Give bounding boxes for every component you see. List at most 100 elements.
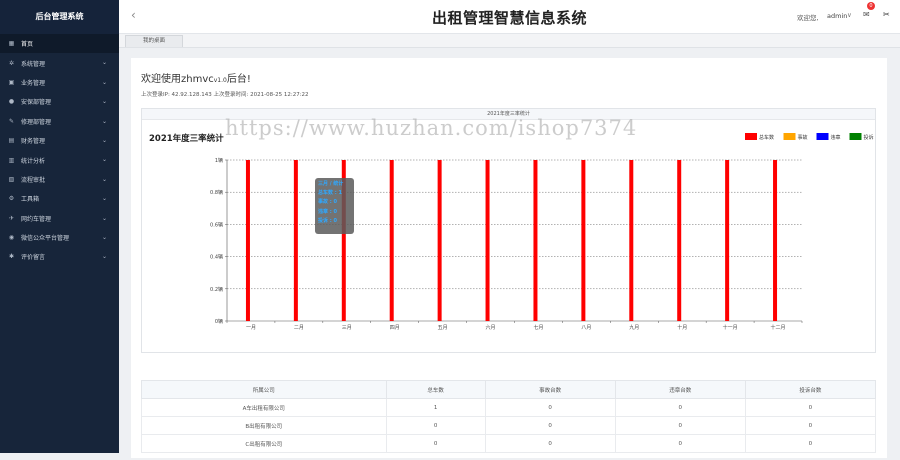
tab-my-desktop[interactable]: 我的桌面	[125, 35, 183, 47]
toolbox-icon: ⚙	[8, 195, 15, 203]
table-cell: 0	[484, 416, 616, 435]
tooltip-line: 事故 : 0	[318, 199, 337, 206]
sidebar-item-2[interactable]: ▣ 业务管理 ⌄	[0, 73, 119, 92]
legend-label: 违章	[831, 134, 841, 141]
x-tick-label: 八月	[581, 325, 591, 331]
sidebar-item-label: 微信公众平台管理	[21, 235, 70, 243]
company-stats-table: 所属公司 总车数 事故台数 违章台数 投诉台数 A车出租有限公司 1 0 0 0 B出租有限公司 0…	[141, 380, 877, 460]
watermark-text: https://www.huzhan.com/ishop7374	[225, 116, 638, 140]
x-tick-label: 十二月	[771, 324, 786, 331]
welcome-heading: 欢迎使用zhmvcv1.0后台!	[141, 70, 251, 85]
x-tick-label: 九月	[629, 324, 639, 331]
bar-总车数	[485, 160, 490, 321]
tooltip-line: 违章 : 0	[318, 208, 337, 215]
sidebar-item-7[interactable]: ▧ 流程审批 ⌄	[0, 170, 119, 189]
sidebar-nav: ▦ 首页 ✲ 系统管理 ⌄ ▣ 业务管理 ⌄ ● 安保部管理 ⌄ ✎ 修理部管理 ⌄ ▤ 财务管理 ⌄ ▥ 统计分析…	[0, 34, 119, 267]
table-body: A车出租有限公司 1 0 0 0 B出租有限公司 0 0 0 0 C出租有限公司 0 0 0 0	[141, 398, 877, 453]
bar-总车数	[677, 160, 682, 321]
chevron-down-icon: ⌄	[101, 253, 107, 261]
sidebar-item-3[interactable]: ● 安保部管理 ⌄	[0, 92, 119, 111]
chevron-down-icon: ⌄	[101, 59, 107, 67]
table-cell: 0	[385, 434, 486, 453]
sidebar-item-1[interactable]: ✲ 系统管理 ⌄	[0, 53, 119, 72]
chevron-down-icon: ⌄	[101, 156, 107, 164]
table-cell: 0	[744, 398, 877, 417]
briefcase-icon: ▣	[8, 78, 15, 86]
sidebar-item-label: 系统管理	[21, 60, 46, 68]
x-tick-label: 七月	[533, 324, 543, 331]
table-cell: 0	[744, 416, 877, 435]
sidebar-item-11[interactable]: ✱ 评价留言 ⌄	[0, 247, 119, 266]
chevron-down-icon: ⌄	[101, 98, 107, 106]
x-tick-label: 四月	[390, 325, 400, 331]
finance-icon: ▤	[8, 137, 15, 145]
welcome-suffix: 后台!	[226, 74, 251, 85]
version-label: v1.0	[213, 77, 227, 84]
chevron-down-icon: ⌄	[101, 233, 107, 241]
chevron-down-icon: ⌄	[101, 78, 107, 86]
table-cell: 0	[614, 416, 746, 435]
table-row: A车出租有限公司 1 0 0 0	[141, 398, 877, 417]
user-icon: ●	[8, 98, 15, 106]
bar-总车数	[389, 160, 394, 321]
tooltip-line: 投诉 : 0	[318, 217, 337, 224]
theme-icon[interactable]: ✂	[883, 10, 890, 19]
legend-label: 事故	[798, 134, 808, 141]
sidebar-item-label: 评价留言	[21, 254, 46, 262]
sidebar-item-label: 首页	[21, 41, 34, 49]
bar-总车数	[533, 160, 538, 321]
sidebar-item-8[interactable]: ⚙ 工具箱 ⌄	[0, 189, 119, 208]
bar-总车数	[581, 160, 586, 321]
legend-swatch	[849, 133, 862, 140]
sidebar-item-10[interactable]: ◉ 微信公众平台管理 ⌄	[0, 228, 119, 247]
column-header: 事故台数	[484, 380, 616, 399]
table-row: B出租有限公司 0 0 0 0	[141, 416, 877, 435]
y-tick-label: 0.2辆	[210, 286, 223, 293]
welcome-text: 欢迎您,	[797, 14, 819, 22]
gear-icon: ✲	[8, 59, 15, 67]
table-cell: B出租有限公司	[141, 416, 387, 435]
bar-总车数	[293, 160, 298, 321]
y-tick-label: 0.4辆	[210, 254, 223, 261]
sidebar-item-0[interactable]: ▦ 首页	[0, 34, 119, 54]
sidebar-item-9[interactable]: ✈ 网约车管理 ⌄	[0, 209, 119, 228]
chevron-down-icon: ⌄	[101, 117, 107, 125]
column-header: 投诉台数	[744, 380, 877, 399]
table-cell: 0	[744, 434, 877, 453]
bar-总车数	[773, 160, 778, 321]
chevron-down-icon: ⌄	[101, 214, 107, 222]
chevron-down-icon: ⌄	[101, 136, 107, 144]
chevron-down-icon[interactable]: ∨	[847, 11, 852, 19]
bar-总车数	[437, 160, 442, 321]
tab-bar: 我的桌面	[119, 34, 900, 48]
x-tick-label: 三月	[342, 325, 352, 331]
x-tick-label: 十一月	[723, 324, 738, 331]
welcome-prefix: 欢迎使用zhmvc	[141, 74, 214, 85]
sidebar-item-4[interactable]: ✎ 修理部管理 ⌄	[0, 112, 119, 131]
y-tick-label: 1辆	[215, 157, 223, 164]
sidebar-item-label: 财务管理	[21, 138, 46, 146]
legend-swatch	[816, 133, 829, 140]
table-header-row: 所属公司 总车数 事故台数 违章台数 投诉台数	[141, 380, 877, 399]
legend-label: 总车数	[759, 134, 774, 141]
legend-label: 投诉	[864, 134, 874, 141]
chart-tooltip: 三月 / 统计 总车数 : 1 事故 : 0 违章 : 0 投诉 : 0	[315, 178, 354, 234]
last-login-info: 上次登录IP: 42.92.128.143 上次登录时间: 2021-08-25…	[141, 92, 309, 98]
table-cell: 1	[385, 398, 486, 417]
y-tick-label: 0.8辆	[210, 189, 223, 196]
x-tick-label: 十月	[677, 324, 687, 331]
sidebar-item-5[interactable]: ▤ 财务管理 ⌄	[0, 131, 119, 150]
bar-总车数	[245, 160, 250, 321]
user-menu[interactable]: admin	[827, 12, 847, 20]
column-header: 违章台数	[614, 380, 746, 399]
message-icon[interactable]: ✉	[863, 10, 870, 19]
x-tick-label: 五月	[438, 325, 448, 331]
sidebar-item-6[interactable]: ▥ 统计分析 ⌄	[0, 150, 119, 169]
table-row: C出租有限公司 0 0 0 0	[141, 434, 877, 453]
chevron-down-icon: ⌄	[101, 175, 107, 183]
message-count-badge: 0	[867, 2, 875, 10]
legend-swatch	[745, 133, 757, 140]
table-cell: C出租有限公司	[141, 434, 387, 453]
table-cell: 0	[385, 416, 486, 435]
y-tick-label: 0.6辆	[210, 221, 223, 228]
